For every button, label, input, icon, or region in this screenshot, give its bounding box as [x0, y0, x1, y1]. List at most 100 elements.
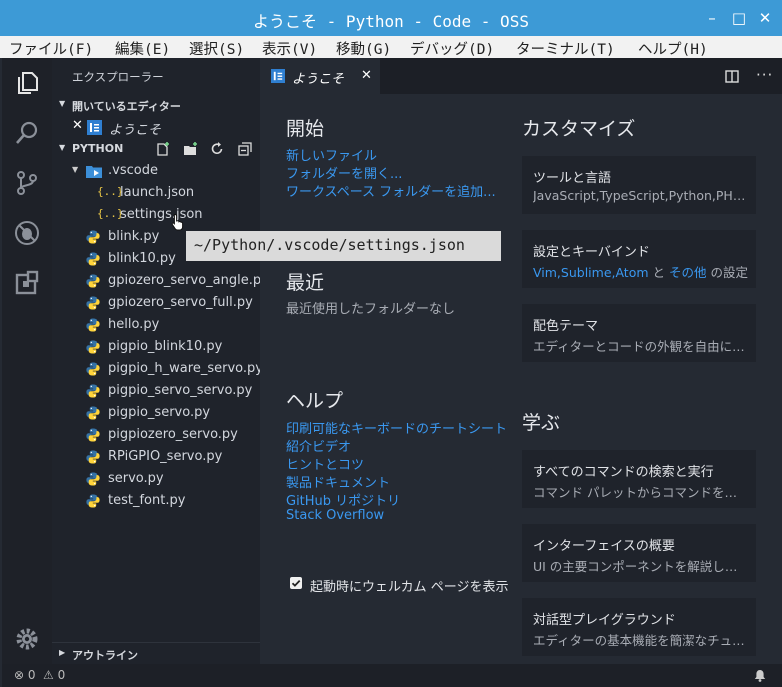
- python-file-icon: [86, 252, 100, 266]
- tab-welcome[interactable]: ようこそ ✕: [260, 58, 380, 94]
- start-heading: 開始: [286, 118, 325, 140]
- error-icon: ⊗: [14, 668, 25, 682]
- folder-section[interactable]: ▼ PYTHON: [52, 138, 260, 160]
- card-title: 設定とキーバインド: [533, 245, 650, 260]
- python-file-item[interactable]: pigpio_servo_servo.py: [52, 380, 260, 402]
- warnings-indicator[interactable]: ⚠ 0: [43, 668, 65, 682]
- error-count: 0: [27, 668, 36, 682]
- bell-icon[interactable]: [754, 669, 766, 682]
- open-folder-link[interactable]: フォルダーを開く...: [286, 163, 402, 182]
- file-launch-json[interactable]: {..} launch.json: [52, 182, 260, 204]
- menu-help[interactable]: ヘルプ(H): [638, 38, 708, 59]
- menu-go[interactable]: 移動(G): [336, 38, 391, 59]
- close-icon[interactable]: ✕: [361, 68, 372, 83]
- open-editors-label: 開いているエディター: [72, 100, 181, 113]
- gear-icon[interactable]: [14, 626, 40, 652]
- file-name: pigpio_servo_servo.py: [108, 383, 253, 398]
- menu-view[interactable]: 表示(V): [262, 38, 317, 59]
- startup-checkbox-label: 起動時にウェルカム ページを表示: [310, 580, 509, 595]
- product-docs-link[interactable]: 製品ドキュメント: [286, 472, 390, 491]
- intro-video-link[interactable]: 紹介ビデオ: [286, 436, 351, 455]
- file-name: gpiozero_servo_angle.py: [108, 273, 269, 288]
- welcome-icon: [271, 69, 285, 83]
- card-title: インターフェイスの概要: [533, 539, 675, 554]
- file-name: pigpiozero_servo.py: [108, 427, 238, 442]
- file-settings-json[interactable]: {..} settings.json: [52, 204, 260, 226]
- no-recent-text: 最近使用したフォルダーなし: [286, 302, 456, 317]
- search-icon[interactable]: [14, 120, 40, 146]
- errors-indicator[interactable]: ⊗ 0: [14, 668, 36, 682]
- help-heading: ヘルプ: [286, 390, 344, 412]
- menu-debug[interactable]: デバッグ(D): [410, 38, 494, 59]
- new-folder-icon[interactable]: [183, 142, 198, 156]
- startup-checkbox[interactable]: [290, 577, 302, 589]
- status-bar: ⊗ 0 ⚠ 0: [2, 664, 782, 687]
- add-workspace-folder-link[interactable]: ワークスペース フォルダーを追加...: [286, 181, 496, 200]
- github-repo-link[interactable]: GitHub リポジトリ: [286, 490, 400, 509]
- minimize-icon[interactable]: –: [702, 8, 722, 28]
- collapse-all-icon[interactable]: [238, 142, 252, 156]
- interface-overview-card[interactable]: インターフェイスの概要 UI の主要コンポーネントを解説します: [522, 524, 756, 582]
- python-file-item[interactable]: test_font.py: [52, 490, 260, 512]
- menu-terminal[interactable]: ターミナル(T): [516, 38, 615, 59]
- card-title: ツールと言語: [533, 171, 612, 186]
- python-file-icon: [86, 472, 100, 486]
- menu-bar: ファイル(F) 編集(E) 選択(S) 表示(V) 移動(G) デバッグ(D) …: [0, 36, 782, 58]
- vscode-folder-icon: [86, 166, 102, 178]
- settings-keybindings-card[interactable]: 設定とキーバインド Vim,Sublime,Atom と その他 の設定: [522, 230, 756, 288]
- tips-and-tricks-link[interactable]: ヒントとコツ: [286, 454, 364, 473]
- outline-section[interactable]: ▶ アウトライン: [52, 642, 260, 664]
- maximize-icon[interactable]: □: [729, 8, 749, 28]
- card-description: エディターとコードの外観を自由に設定します: [533, 339, 748, 354]
- more-actions-icon[interactable]: ···: [756, 66, 773, 84]
- outline-label: アウトライン: [72, 649, 138, 662]
- file-name: hello.py: [108, 317, 160, 332]
- menu-selection[interactable]: 選択(S): [189, 38, 244, 59]
- python-file-item[interactable]: RPiGPIO_servo.py: [52, 446, 260, 468]
- python-file-icon: [86, 230, 100, 244]
- color-theme-card[interactable]: 配色テーマ エディターとコードの外観を自由に設定します: [522, 304, 756, 362]
- folder-vscode[interactable]: ▼ .vscode: [52, 160, 260, 182]
- keyboard-cheatsheet-link[interactable]: 印刷可能なキーボードのチートシート: [286, 418, 507, 437]
- find-commands-card[interactable]: すべてのコマンドの検索と実行 コマンド パレットからコマンドを検索: [522, 450, 756, 508]
- close-icon[interactable]: ✕: [72, 118, 83, 133]
- python-file-item[interactable]: servo.py: [52, 468, 260, 490]
- card-description-tail: の設定: [706, 265, 748, 280]
- tab-label: ようこそ: [292, 72, 345, 87]
- debug-icon[interactable]: [14, 220, 40, 246]
- open-editor-item[interactable]: ✕ ようこそ: [52, 116, 260, 138]
- extensions-icon[interactable]: [14, 270, 40, 296]
- explorer-icon[interactable]: [14, 70, 40, 96]
- interactive-playground-card[interactable]: 対話型プレイグラウンド エディターの基本機能を簡潔なチュートリアル: [522, 598, 756, 656]
- python-file-item[interactable]: pigpio_h_ware_servo.py: [52, 358, 263, 380]
- refresh-icon[interactable]: [210, 142, 224, 156]
- activity-bar: [2, 58, 52, 664]
- python-file-item[interactable]: pigpiozero_servo.py: [52, 424, 260, 446]
- python-file-item[interactable]: pigpio_servo.py: [52, 402, 260, 424]
- menu-file[interactable]: ファイル(F): [9, 38, 93, 59]
- python-file-item[interactable]: gpiozero_servo_angle.py: [52, 270, 269, 292]
- new-file-icon[interactable]: [156, 142, 170, 156]
- python-file-icon: [86, 384, 100, 398]
- stack-overflow-link[interactable]: Stack Overflow: [286, 508, 384, 523]
- open-editors-section[interactable]: ▼ 開いているエディター: [52, 94, 260, 116]
- python-file-item[interactable]: gpiozero_servo_full.py: [52, 292, 260, 314]
- python-file-item[interactable]: pigpio_blink10.py: [52, 336, 260, 358]
- tools-and-languages-card[interactable]: ツールと言語 JavaScript,TypeScript,Python,PHP,…: [522, 156, 756, 214]
- file-name: test_font.py: [108, 493, 186, 508]
- others-link[interactable]: その他: [669, 265, 707, 280]
- welcome-page: 開始 新しいファイル フォルダーを開く... ワークスペース フォルダーを追加.…: [260, 94, 782, 664]
- python-file-icon: [86, 362, 100, 376]
- split-editor-icon[interactable]: [725, 70, 739, 83]
- folder-label: PYTHON: [72, 142, 124, 155]
- file-name: servo.py: [108, 471, 164, 486]
- file-name: settings.json: [120, 207, 203, 222]
- python-file-item[interactable]: hello.py: [52, 314, 260, 336]
- source-control-icon[interactable]: [14, 170, 40, 196]
- new-file-link[interactable]: 新しいファイル: [286, 145, 377, 164]
- keymap-list: Vim,Sublime,Atom: [533, 265, 649, 280]
- card-description: UI の主要コンポーネントを解説します: [533, 559, 748, 574]
- close-icon[interactable]: ✕: [755, 8, 775, 28]
- python-file-icon: [86, 318, 100, 332]
- menu-edit[interactable]: 編集(E): [115, 38, 170, 59]
